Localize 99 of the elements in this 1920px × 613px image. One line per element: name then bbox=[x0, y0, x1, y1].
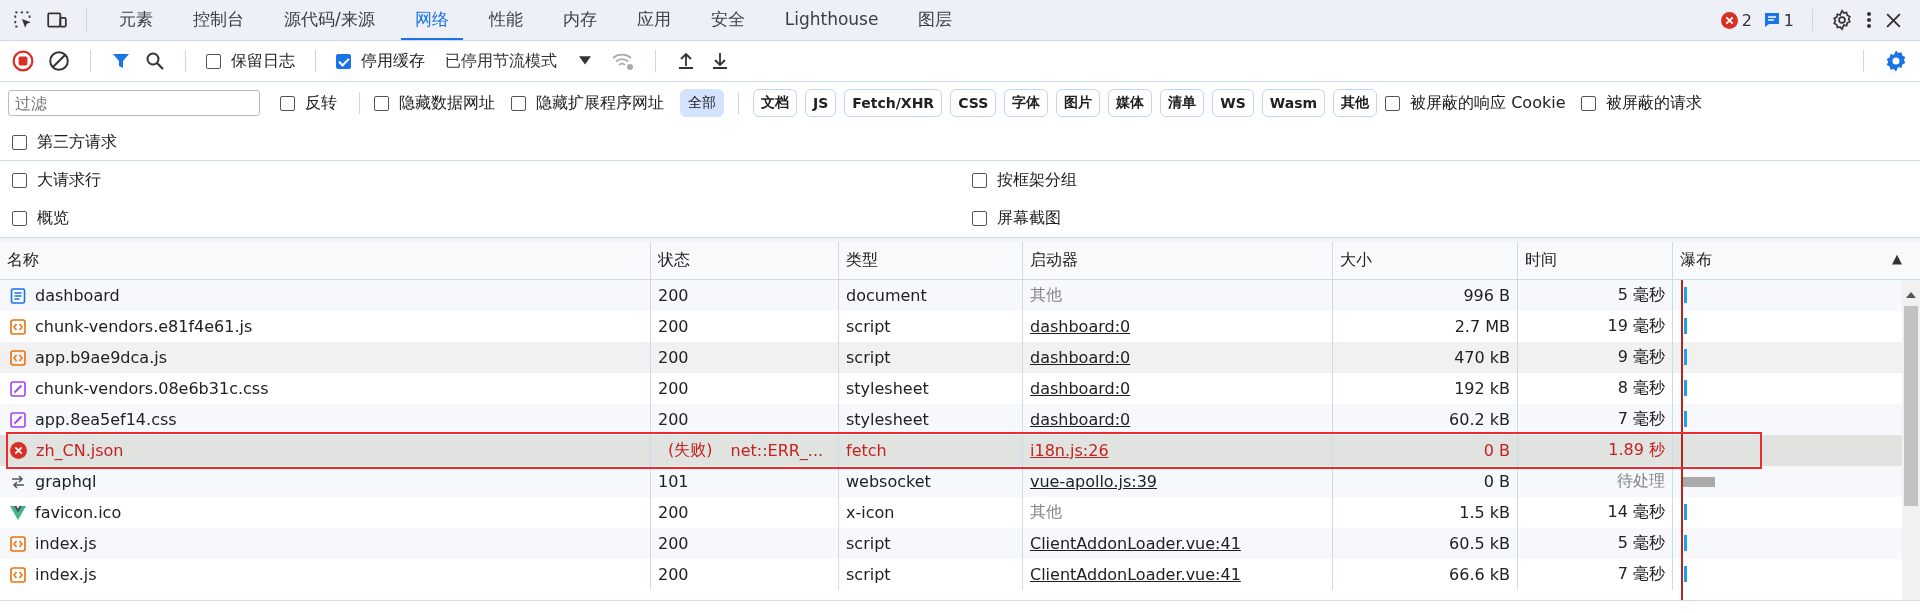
stylesheet-icon bbox=[10, 380, 26, 397]
panel-tab[interactable]: 内存 bbox=[548, 0, 611, 40]
type-filter-chip[interactable]: 文档 bbox=[753, 89, 797, 117]
type-filter-chip[interactable]: Fetch/XHR bbox=[844, 89, 943, 117]
caret-icon bbox=[579, 56, 591, 66]
error-icon bbox=[10, 442, 27, 459]
table-row[interactable]: dashboard 200 document 其他 996 B 5 毫秒 bbox=[0, 280, 1902, 311]
initiator-text: 其他 bbox=[1030, 502, 1062, 523]
initiator-link[interactable]: vue-apollo.js:39 bbox=[1030, 472, 1157, 491]
time-text: 7 毫秒 bbox=[1517, 559, 1672, 590]
document-icon bbox=[10, 287, 26, 304]
preserve-log-checkbox[interactable]: 保留日志 bbox=[206, 50, 295, 72]
upload-icon[interactable] bbox=[676, 51, 696, 71]
panel-tab[interactable]: 安全 bbox=[696, 0, 759, 40]
filter-field[interactable]: 过滤 bbox=[8, 90, 260, 116]
option-checkbox[interactable]: 概览 bbox=[12, 207, 972, 229]
initiator-link[interactable]: dashboard:0 bbox=[1030, 348, 1131, 367]
panel-tab[interactable]: Lighthouse bbox=[770, 0, 893, 40]
type-filter-chip[interactable]: Wasm bbox=[1261, 89, 1326, 117]
type-text: script bbox=[838, 559, 1022, 590]
scroll-up-icon[interactable] bbox=[1906, 292, 1916, 298]
column-header[interactable]: 状态 bbox=[650, 242, 838, 279]
panel-tab[interactable]: 应用 bbox=[622, 0, 685, 40]
type-filter-chip[interactable]: CSS bbox=[950, 89, 997, 117]
websocket-icon bbox=[10, 473, 26, 490]
option-checkbox[interactable]: 按框架分组 bbox=[972, 169, 1920, 191]
option-checkbox[interactable]: 屏幕截图 bbox=[972, 207, 1920, 229]
request-name[interactable]: dashboard bbox=[0, 280, 650, 311]
filter-icon[interactable] bbox=[111, 51, 131, 71]
request-name[interactable]: index.js bbox=[0, 528, 650, 559]
type-filter-chip[interactable]: 全部 bbox=[680, 89, 724, 117]
size-text: 66.6 kB bbox=[1332, 559, 1517, 590]
initiator-text: 其他 bbox=[1030, 285, 1062, 306]
table-row[interactable]: app.8ea5ef14.css 200 stylesheet dashboard:0 60.2 kB 7 毫秒 bbox=[0, 404, 1902, 435]
panel-tab[interactable]: 性能 bbox=[474, 0, 537, 40]
request-name[interactable]: index.js bbox=[0, 559, 650, 590]
column-header[interactable]: 时间 bbox=[1517, 242, 1672, 279]
request-name[interactable]: chunk-vendors.e81f4e61.js bbox=[0, 311, 650, 342]
filter-checkbox[interactable]: 隐藏数据网址 bbox=[374, 92, 495, 114]
column-header[interactable]: 启动器 bbox=[1022, 242, 1332, 279]
initiator-link[interactable]: dashboard:0 bbox=[1030, 379, 1131, 398]
initiator-link[interactable]: dashboard:0 bbox=[1030, 410, 1131, 429]
error-count: 2 bbox=[1741, 10, 1752, 30]
script-icon bbox=[10, 566, 26, 583]
throttling-dropdown[interactable]: 已停用节流模式 bbox=[439, 49, 597, 73]
close-icon[interactable] bbox=[1885, 11, 1902, 29]
disable-cache-checkbox[interactable]: 停用缓存 bbox=[336, 50, 425, 72]
request-name[interactable]: app.8ea5ef14.css bbox=[0, 404, 650, 435]
download-icon[interactable] bbox=[710, 51, 730, 71]
filter-checkbox[interactable]: 第三方请求 bbox=[12, 131, 117, 153]
stop-recording-icon[interactable] bbox=[12, 50, 34, 72]
type-filter-chip[interactable]: 其他 bbox=[1333, 89, 1378, 117]
table-row[interactable]: graphql 101 websocket vue-apollo.js:39 0 B 待处理 bbox=[0, 466, 1902, 497]
sort-indicator: ▲ bbox=[1892, 251, 1902, 266]
message-count: 1 bbox=[1783, 10, 1794, 30]
type-filter-chip[interactable]: 清单 bbox=[1160, 89, 1205, 117]
scrollbar[interactable] bbox=[1902, 280, 1920, 600]
script-icon bbox=[10, 535, 26, 552]
request-name[interactable]: zh_CN.json bbox=[0, 435, 650, 466]
request-name[interactable]: favicon.ico bbox=[0, 497, 650, 528]
initiator-link[interactable]: dashboard:0 bbox=[1030, 317, 1131, 336]
panel-tab[interactable]: 源代码/来源 bbox=[270, 0, 389, 40]
type-filter-chip[interactable]: 图片 bbox=[1056, 89, 1101, 117]
request-name[interactable]: graphql bbox=[0, 466, 650, 497]
panel-tab[interactable]: 图层 bbox=[904, 0, 967, 40]
column-header[interactable]: 大小 bbox=[1332, 242, 1517, 279]
request-name[interactable]: app.b9ae9dca.js bbox=[0, 342, 650, 373]
error-icon[interactable] bbox=[1720, 11, 1738, 29]
type-filter-chip[interactable]: WS bbox=[1212, 89, 1254, 117]
column-header[interactable]: 类型 bbox=[838, 242, 1022, 279]
script-icon bbox=[10, 318, 26, 335]
favicon-icon bbox=[10, 505, 26, 520]
table-row[interactable]: app.b9ae9dca.js 200 script dashboard:0 470 kB 9 毫秒 bbox=[0, 342, 1902, 373]
panel-tab[interactable]: 网络 bbox=[400, 0, 463, 40]
table-row[interactable]: zh_CN.json (失败) net::ERR_... fetch i18n.js:26 0 B 1.89 秒 bbox=[0, 435, 1902, 466]
type-filter-chip[interactable]: 字体 bbox=[1004, 89, 1049, 117]
type-filter-chip[interactable]: JS bbox=[805, 89, 837, 117]
table-row[interactable]: index.js 200 script ClientAddonLoader.vue:41 60.5 kB 5 毫秒 bbox=[0, 528, 1902, 559]
script-icon bbox=[10, 349, 26, 366]
settings-icon[interactable] bbox=[1831, 9, 1853, 31]
stylesheet-icon bbox=[10, 411, 26, 428]
type-filter-chip[interactable]: 媒体 bbox=[1108, 89, 1153, 117]
initiator-link[interactable]: i18n.js:26 bbox=[1030, 441, 1109, 460]
filter-checkbox[interactable]: 被屏蔽的请求 bbox=[1581, 92, 1703, 114]
column-header[interactable]: 名称 bbox=[0, 242, 650, 279]
filter-checkbox[interactable]: 反转 bbox=[280, 92, 337, 114]
initiator-link[interactable]: ClientAddonLoader.vue:41 bbox=[1030, 534, 1241, 553]
initiator-link[interactable]: ClientAddonLoader.vue:41 bbox=[1030, 565, 1241, 584]
search-icon[interactable] bbox=[145, 51, 165, 71]
filter-checkbox[interactable]: 隐藏扩展程序网址 bbox=[511, 92, 664, 114]
message-icon[interactable] bbox=[1763, 12, 1780, 28]
more-icon[interactable] bbox=[1865, 10, 1873, 30]
option-checkbox[interactable]: 大请求行 bbox=[12, 169, 972, 191]
panel-tab[interactable]: 元素 bbox=[105, 0, 167, 40]
clear-icon[interactable] bbox=[48, 50, 70, 72]
request-name[interactable]: chunk-vendors.08e6b31c.css bbox=[0, 373, 650, 404]
panel-tab[interactable]: 控制台 bbox=[179, 0, 258, 40]
status-text: 200 bbox=[650, 559, 838, 590]
filter-checkbox[interactable]: 被屏蔽的响应 Cookie bbox=[1385, 92, 1566, 114]
